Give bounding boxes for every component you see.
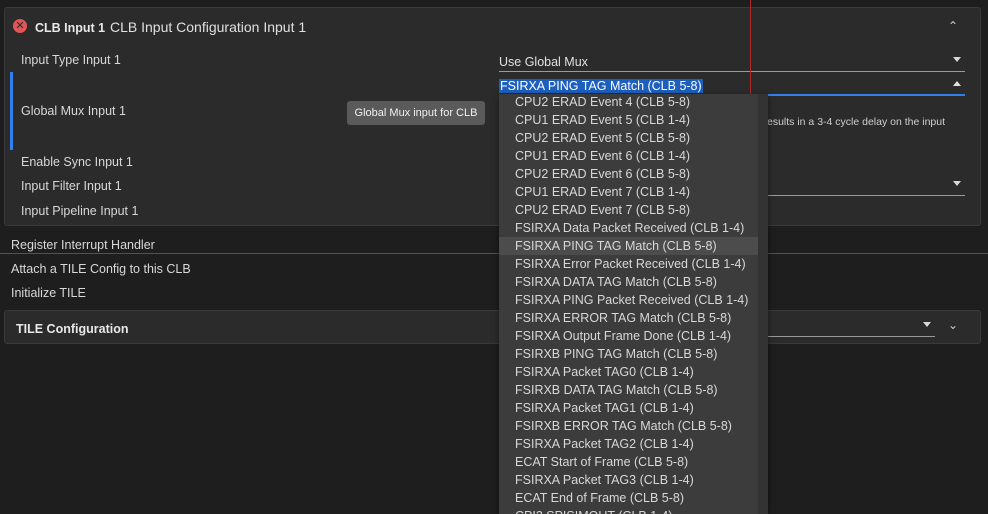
dropdown-option[interactable]: FSIRXA DATA TAG Match (CLB 5-8) — [499, 273, 758, 291]
global-mux-tooltip: Global Mux input for CLB — [347, 101, 485, 125]
global-mux-label: Global Mux Input 1 — [21, 104, 126, 118]
dropdown-option[interactable]: FSIRXA Output Frame Done (CLB 1-4) — [499, 327, 758, 345]
enable-sync-label: Enable Sync Input 1 — [21, 155, 133, 169]
input-type-label: Input Type Input 1 — [21, 53, 121, 67]
dropdown-option[interactable]: FSIRXA Packet TAG1 (CLB 1-4) — [499, 399, 758, 417]
dropdown-option[interactable]: CPU1 ERAD Event 6 (CLB 1-4) — [499, 147, 758, 165]
guide-line-horizontal — [0, 253, 988, 254]
global-mux-dropdown[interactable]: CPU2 ERAD Event 4 (CLB 5-8) CPU1 ERAD Eve… — [499, 94, 768, 514]
dropdown-option[interactable]: FSIRXA Packet TAG2 (CLB 1-4) — [499, 435, 758, 453]
chevron-down-icon — [953, 57, 961, 62]
dropdown-option[interactable]: ECAT End of Frame (CLB 5-8) — [499, 489, 758, 507]
input-filter-label: Input Filter Input 1 — [21, 179, 122, 193]
dropdown-option[interactable]: FSIRXB DATA TAG Match (CLB 5-8) — [499, 381, 758, 399]
dropdown-scrollbar[interactable] — [758, 94, 768, 514]
input-pipeline-label: Input Pipeline Input 1 — [21, 204, 139, 218]
chevron-up-icon — [953, 81, 961, 86]
dropdown-option[interactable]: FSIRXA ERROR TAG Match (CLB 5-8) — [499, 309, 758, 327]
chevron-down-icon — [923, 322, 931, 327]
initialize-tile-label[interactable]: Initialize TILE — [11, 286, 86, 300]
help-text: esults in a 3-4 cycle delay on the input — [767, 116, 946, 128]
input-type-select[interactable]: Use Global Mux — [499, 52, 965, 72]
dropdown-option[interactable]: FSIRXA Error Packet Received (CLB 1-4) — [499, 255, 758, 273]
dropdown-option[interactable]: CPU2 ERAD Event 7 (CLB 5-8) — [499, 201, 758, 219]
dropdown-option[interactable]: CPI2 SPISIMOUT (CLB 1-4) — [499, 507, 758, 514]
dropdown-option[interactable]: FSIRXA PING TAG Match (CLB 5-8) — [499, 237, 758, 255]
dropdown-option[interactable]: CPU1 ERAD Event 5 (CLB 1-4) — [499, 111, 758, 129]
dropdown-option[interactable]: CPU2 ERAD Event 4 (CLB 5-8) — [499, 94, 758, 111]
tile-configuration-title: TILE Configuration — [16, 322, 129, 336]
input-type-value: Use Global Mux — [499, 55, 588, 69]
global-mux-select[interactable]: FSIRXA PING TAG Match (CLB 5-8) — [499, 76, 965, 96]
dropdown-option[interactable]: CPU2 ERAD Event 5 (CLB 5-8) — [499, 129, 758, 147]
panel-title: CLB Input Configuration Input 1 — [110, 19, 307, 35]
chevron-up-icon[interactable]: ⌃ — [948, 19, 958, 33]
attach-tile-label[interactable]: Attach a TILE Config to this CLB — [11, 262, 191, 276]
error-close-icon[interactable]: ✕ — [13, 19, 27, 33]
tile-configuration-panel[interactable]: TILE Configuration ⌄ — [4, 310, 981, 344]
dropdown-option[interactable]: ECAT Start of Frame (CLB 5-8) — [499, 453, 758, 471]
chevron-down-icon[interactable]: ⌄ — [948, 318, 958, 332]
panel-header[interactable]: ✕ CLB Input 1 CLB Input Configuration In… — [5, 8, 980, 48]
dropdown-option[interactable]: FSIRXA PING Packet Received (CLB 1-4) — [499, 291, 758, 309]
dropdown-option[interactable]: FSIRXB ERROR TAG Match (CLB 5-8) — [499, 417, 758, 435]
chevron-down-icon — [953, 181, 961, 186]
dropdown-option[interactable]: FSIRXA Data Packet Received (CLB 1-4) — [499, 219, 758, 237]
dropdown-option[interactable]: CPU2 ERAD Event 6 (CLB 5-8) — [499, 165, 758, 183]
dropdown-option[interactable]: FSIRXA Packet TAG3 (CLB 1-4) — [499, 471, 758, 489]
panel-title-bold: CLB Input 1 — [35, 21, 106, 35]
dropdown-option[interactable]: FSIRXA Packet TAG0 (CLB 1-4) — [499, 363, 758, 381]
focus-indicator — [10, 72, 13, 150]
register-interrupt-label[interactable]: Register Interrupt Handler — [11, 238, 155, 252]
dropdown-option[interactable]: CPU1 ERAD Event 7 (CLB 1-4) — [499, 183, 758, 201]
global-mux-value: FSIRXA PING TAG Match (CLB 5-8) — [499, 79, 703, 93]
dropdown-option[interactable]: FSIRXB PING TAG Match (CLB 5-8) — [499, 345, 758, 363]
